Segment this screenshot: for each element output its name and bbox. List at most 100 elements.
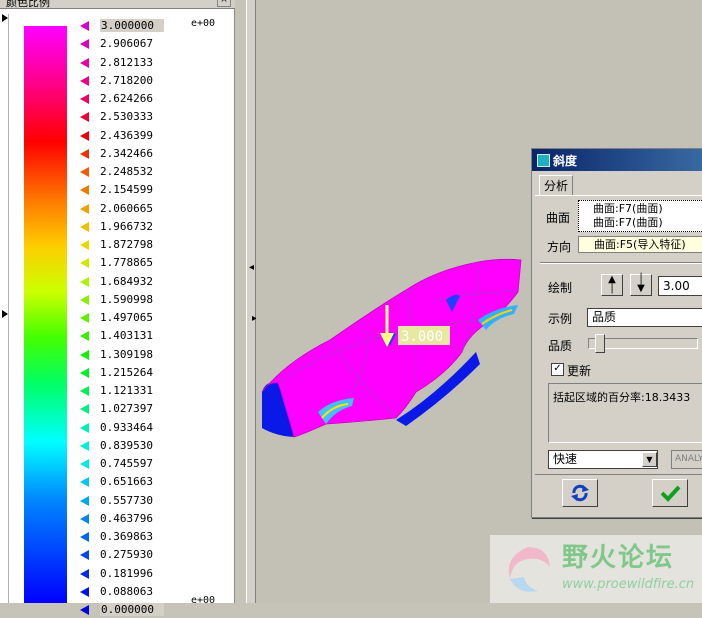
tick-marker-icon[interactable] <box>80 386 89 396</box>
tab-analysis[interactable]: 分析 <box>539 175 574 196</box>
tick-value: 2.812133 <box>100 55 153 69</box>
tick-marker-icon[interactable] <box>80 203 89 214</box>
tab-divider <box>535 195 702 196</box>
scale-rail <box>2 14 9 603</box>
tick-marker-icon[interactable] <box>80 57 89 68</box>
tick-marker-icon[interactable] <box>80 258 89 269</box>
tick-row: 1.403131 <box>80 328 230 344</box>
tick-row: 0.463796 <box>80 511 230 527</box>
tick-marker-icon[interactable] <box>80 495 89 506</box>
tick-marker-icon[interactable] <box>80 367 89 378</box>
tick-marker-icon[interactable] <box>80 459 89 469</box>
tick-value: 2.624266 <box>100 92 153 105</box>
direction-collector[interactable]: 曲面:F5(导入特征) <box>578 236 702 253</box>
tick-value[interactable]: 0.000000 <box>100 603 164 616</box>
tick-value: 0.463796 <box>100 511 153 525</box>
update-checkbox[interactable]: ✓ <box>551 363 564 376</box>
watermark: 野火论坛 www.proewildfire.cn <box>490 535 702 603</box>
ok-button[interactable] <box>652 479 688 507</box>
tick-marker-icon[interactable] <box>80 130 89 141</box>
tick-marker-icon[interactable] <box>80 349 89 360</box>
tick-marker-icon[interactable] <box>80 75 89 86</box>
rail-arrow-icon <box>2 310 8 318</box>
plot-down-button[interactable]: │ ▼ <box>630 274 652 296</box>
tick-value[interactable]: 3.000000 <box>100 19 164 32</box>
tick-row: 0.933464 <box>80 420 230 436</box>
tick-marker-icon[interactable] <box>80 39 89 50</box>
tick-marker-icon[interactable] <box>80 605 89 615</box>
tick-marker-icon[interactable] <box>80 276 89 287</box>
surface-ref-1[interactable]: 曲面:F7(曲面) <box>578 202 702 217</box>
repaint-button[interactable] <box>562 479 598 507</box>
tick-marker-icon[interactable] <box>80 21 89 31</box>
surface-ref-2[interactable]: 曲面:F7(曲面) <box>578 216 702 231</box>
close-icon[interactable]: × <box>217 0 231 7</box>
tick-marker-icon[interactable] <box>80 422 89 433</box>
chevron-down-icon[interactable]: ▼ <box>642 452 657 467</box>
tick-row: 1.778865 <box>80 255 230 271</box>
tick-value: 0.275930 <box>100 548 153 562</box>
separator <box>540 262 702 264</box>
tick-marker-icon[interactable] <box>80 221 89 232</box>
tick-value: 2.530333 <box>100 110 153 124</box>
checkmark-icon <box>660 485 681 502</box>
tick-row: 1.497065 <box>80 310 230 326</box>
tick-marker-icon[interactable] <box>80 331 89 342</box>
quality-slider-thumb[interactable] <box>595 334 605 353</box>
tick-value: 2.154599 <box>100 183 153 197</box>
tick-value: 2.718200 <box>100 73 153 87</box>
tick-row: 1.027397 <box>80 401 230 417</box>
plot-up-button[interactable]: ▲ │ <box>601 274 623 296</box>
tick-marker-icon[interactable] <box>80 477 89 488</box>
tick-marker-icon[interactable] <box>80 148 89 159</box>
tick-row: 2.624266 <box>80 91 230 107</box>
tick-marker-icon[interactable] <box>80 112 89 123</box>
tick-marker-icon[interactable] <box>80 440 89 451</box>
color-scale-title: 颜色比例 <box>6 0 50 9</box>
tick-value: 2.436399 <box>100 128 153 142</box>
tick-value: 0.369863 <box>100 530 153 543</box>
refresh-icon <box>571 484 589 502</box>
result-display: 括起区域的百分率:18.3433 <box>548 383 702 443</box>
tick-row: 1.872798 <box>80 237 230 253</box>
tick-marker-icon[interactable] <box>80 586 89 597</box>
tick-marker-icon[interactable] <box>80 532 89 542</box>
tick-row: 2.718200 <box>80 73 230 89</box>
exponent-bottom: e+00 <box>191 595 216 606</box>
tick-value: 0.839530 <box>100 438 153 452</box>
arrow-up-icon: ▲ │ <box>608 274 616 294</box>
tick-row: 1.309198 <box>80 347 230 363</box>
tick-value: 1.590998 <box>100 292 153 306</box>
tick-marker-icon[interactable] <box>80 404 89 415</box>
tick-row: 0.369863 <box>80 529 230 545</box>
tick-marker-icon[interactable] <box>80 240 89 250</box>
tick-marker-icon[interactable] <box>80 94 89 104</box>
watermark-name: 野火论坛 <box>562 543 675 573</box>
splitter-grip-icon[interactable]: ◂ <box>249 262 254 273</box>
tick-marker-icon[interactable] <box>80 294 89 305</box>
tick-marker-icon[interactable] <box>80 313 89 323</box>
tick-row: 2.154599 <box>80 182 230 198</box>
tick-value: 1.215264 <box>100 365 153 379</box>
plot-value-input[interactable]: 3.00 <box>658 276 702 296</box>
dialog-titlebar[interactable]: 斜度 <box>532 149 702 171</box>
analysis-name-field[interactable]: ANALYSIS <box>671 450 702 469</box>
arrow-down-icon: │ ▼ <box>637 274 645 294</box>
surface-label: 曲面 <box>546 211 571 225</box>
tick-marker-icon[interactable] <box>80 550 89 561</box>
tick-row: 1.590998 <box>80 292 230 308</box>
tick-marker-icon[interactable] <box>80 513 89 524</box>
tick-marker-icon[interactable] <box>80 568 89 579</box>
sample-select[interactable]: 品质 <box>587 308 702 327</box>
tick-row: 2.812133 <box>80 55 230 71</box>
panel-splitter[interactable]: ◂ <box>246 0 256 603</box>
tick-row: 0.557730 <box>80 493 230 509</box>
watermark-url: www.proewildfire.cn <box>562 577 695 592</box>
tick-row: 2.248532 <box>80 164 230 180</box>
update-label: 更新 <box>567 364 592 378</box>
tick-row: 1.684932 <box>80 274 230 290</box>
tick-marker-icon[interactable] <box>80 167 89 177</box>
tick-marker-icon[interactable] <box>80 185 89 196</box>
tick-value: 1.027397 <box>100 402 153 416</box>
tick-row: 2.060665 <box>80 201 230 217</box>
